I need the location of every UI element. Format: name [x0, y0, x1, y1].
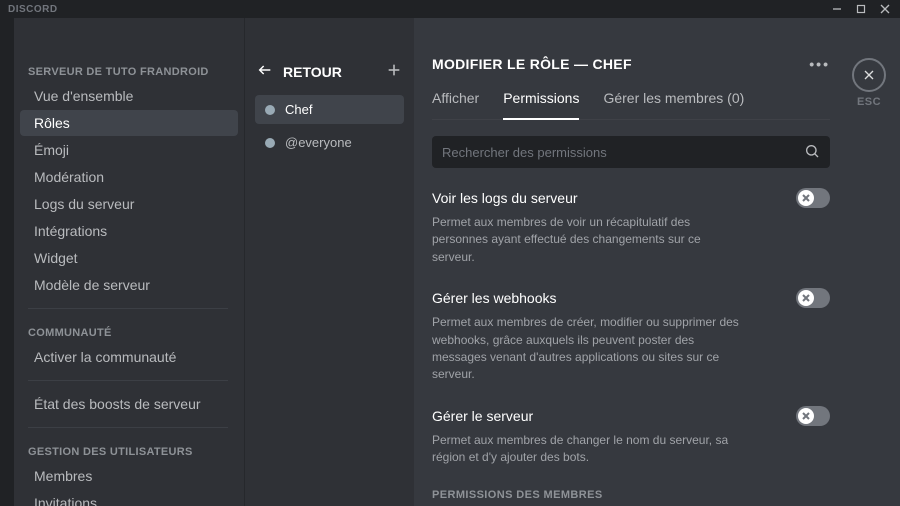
- role-color-dot: [265, 138, 275, 148]
- permission-search[interactable]: [432, 136, 830, 168]
- sidebar-item-community[interactable]: Activer la communauté: [20, 344, 238, 370]
- permission-description: Permet aux membres de voir un récapitula…: [432, 214, 742, 266]
- permission-title: Gérer le serveur: [432, 408, 533, 424]
- permission-row: Gérer le serveur Permet aux membres de c…: [432, 406, 830, 467]
- permission-toggle[interactable]: [796, 288, 830, 308]
- window-maximize-icon[interactable]: [854, 2, 868, 16]
- tab-permissions[interactable]: Permissions: [503, 90, 579, 120]
- close-button[interactable]: [852, 58, 886, 92]
- guild-rail: [0, 18, 14, 506]
- sidebar-section-title: COMMUNAUTÉ: [14, 319, 238, 343]
- sidebar-separator: [28, 380, 228, 381]
- sidebar-item-auditlog[interactable]: Logs du serveur: [20, 191, 238, 217]
- back-label: RETOUR: [283, 64, 342, 80]
- role-name: @everyone: [285, 135, 352, 150]
- role-color-dot: [265, 105, 275, 115]
- search-icon: [804, 143, 820, 162]
- page-title: MODIFIER LE RÔLE — CHEF: [432, 56, 632, 72]
- sidebar-item-template[interactable]: Modèle de serveur: [20, 272, 238, 298]
- arrow-left-icon: [257, 62, 273, 81]
- sidebar-item-widget[interactable]: Widget: [20, 245, 238, 271]
- sidebar-section-title: SERVEUR DE TUTO FRANDROID: [14, 58, 238, 82]
- permission-category: PERMISSIONS DES MEMBRES: [432, 489, 830, 501]
- role-item-everyone[interactable]: @everyone: [255, 128, 404, 157]
- role-list-column: RETOUR Chef @everyone: [244, 18, 414, 506]
- sidebar-item-integrations[interactable]: Intégrations: [20, 218, 238, 244]
- permission-description: Permet aux membres de changer le nom du …: [432, 432, 742, 467]
- permission-description: Permet aux membres de créer, modifier ou…: [432, 314, 742, 384]
- sidebar-separator: [28, 308, 228, 309]
- sidebar-separator: [28, 427, 228, 428]
- tab-manage-members[interactable]: Gérer les membres (0): [603, 90, 744, 119]
- back-button[interactable]: RETOUR: [257, 62, 342, 81]
- role-item-chef[interactable]: Chef: [255, 95, 404, 124]
- sidebar-item-roles[interactable]: Rôles: [20, 110, 238, 136]
- sidebar-item-members[interactable]: Membres: [20, 463, 238, 489]
- permission-toggle[interactable]: [796, 188, 830, 208]
- window-minimize-icon[interactable]: [830, 2, 844, 16]
- titlebar-brand: DISCORD: [8, 4, 830, 15]
- permission-title: Voir les logs du serveur: [432, 190, 578, 206]
- more-menu-button[interactable]: •••: [809, 56, 830, 72]
- sidebar-item-boosts[interactable]: État des boosts de serveur: [20, 391, 238, 417]
- permission-row: Voir les logs du serveur Permet aux memb…: [432, 188, 830, 266]
- sidebar-item-moderation[interactable]: Modération: [20, 164, 238, 190]
- window-close-icon[interactable]: [878, 2, 892, 16]
- add-role-button[interactable]: [386, 62, 402, 81]
- permission-row: Gérer les webhooks Permet aux membres de…: [432, 288, 830, 384]
- sidebar-item-emoji[interactable]: Émoji: [20, 137, 238, 163]
- permission-title: Gérer les webhooks: [432, 290, 557, 306]
- role-name: Chef: [285, 102, 312, 117]
- tabs: Afficher Permissions Gérer les membres (…: [432, 90, 830, 120]
- settings-sidebar: SERVEUR DE TUTO FRANDROID Vue d'ensemble…: [14, 18, 244, 506]
- esc-label: ESC: [852, 96, 886, 108]
- titlebar: DISCORD: [0, 0, 900, 18]
- sidebar-section-title: GESTION DES UTILISATEURS: [14, 438, 238, 462]
- permission-toggle[interactable]: [796, 406, 830, 426]
- role-editor-main: ESC MODIFIER LE RÔLE — CHEF ••• Afficher…: [414, 18, 900, 506]
- sidebar-item-overview[interactable]: Vue d'ensemble: [20, 83, 238, 109]
- search-input[interactable]: [442, 145, 804, 160]
- sidebar-item-invites[interactable]: Invitations: [20, 490, 238, 506]
- tab-display[interactable]: Afficher: [432, 90, 479, 119]
